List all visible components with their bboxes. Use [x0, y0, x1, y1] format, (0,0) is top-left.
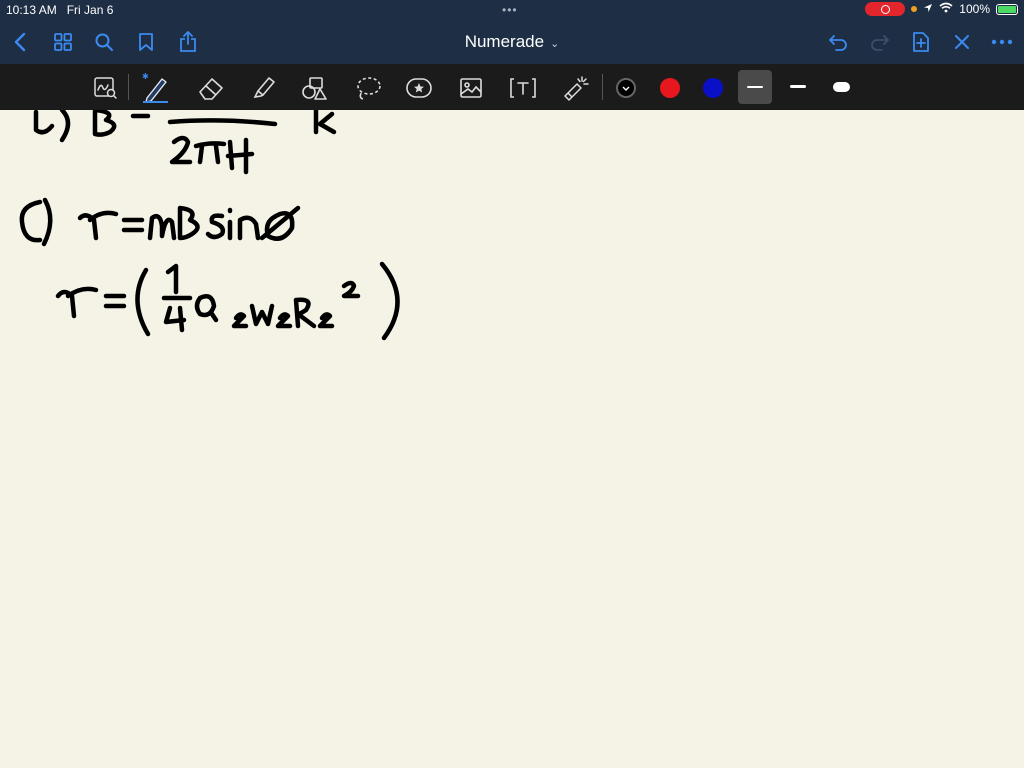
- status-date: Fri Jan 6: [66, 3, 114, 17]
- handwriting-line-2: [19, 197, 301, 247]
- mic-indicator-icon: [911, 6, 918, 12]
- handwritten-notes: [19, 110, 400, 341]
- notebook-canvas[interactable]: [0, 110, 1024, 768]
- toolbar-divider: [602, 74, 603, 100]
- svg-text:✱: ✱: [142, 73, 149, 81]
- location-icon: [923, 2, 933, 16]
- battery-percent: 100%: [959, 2, 990, 16]
- status-bar: 10:13 AM Fri Jan 6 ••• 100%: [0, 0, 1024, 20]
- laser-pointer-icon[interactable]: [560, 72, 592, 104]
- stroke-thick-icon: [833, 82, 850, 92]
- battery-icon: [996, 3, 1018, 15]
- eraser-tool-icon[interactable]: [195, 72, 227, 104]
- status-time: 10:13 AM: [6, 3, 57, 17]
- handwriting-line-1: [33, 110, 337, 175]
- sticker-tool-icon[interactable]: [403, 72, 435, 104]
- undo-icon[interactable]: [826, 30, 850, 54]
- lasso-tool-icon[interactable]: [352, 72, 384, 104]
- title-chevron-down-icon: ⌄: [550, 38, 560, 50]
- nav-bar: Numerade ⌄: [0, 20, 1024, 64]
- image-tool-icon[interactable]: [455, 72, 487, 104]
- stroke-thin-icon: [747, 86, 763, 88]
- redo-icon[interactable]: [868, 30, 892, 54]
- stroke-size-thick-button[interactable]: [824, 70, 858, 104]
- add-page-icon[interactable]: [909, 30, 933, 54]
- toolbar-divider: [128, 74, 129, 100]
- color-swatch-blue[interactable]: [703, 78, 723, 98]
- drawing-toolbar: ✱: [0, 64, 1024, 110]
- pen-tool-icon[interactable]: ✱: [140, 72, 172, 104]
- more-options-icon[interactable]: [990, 30, 1014, 54]
- document-title: Numerade: [464, 32, 545, 51]
- close-icon[interactable]: [950, 30, 974, 54]
- stroke-size-thin-button[interactable]: [738, 70, 772, 104]
- text-tool-icon[interactable]: [507, 72, 539, 104]
- highlighter-tool-icon[interactable]: [247, 72, 279, 104]
- screen-recording-icon[interactable]: [865, 2, 906, 16]
- stroke-medium-icon: [790, 85, 806, 88]
- handwriting-search-icon[interactable]: [90, 72, 122, 104]
- multitasking-dots-icon[interactable]: •••: [502, 3, 518, 17]
- handwriting-line-3: [55, 261, 400, 341]
- color-swatch-black[interactable]: [616, 78, 636, 98]
- shapes-tool-icon[interactable]: [298, 72, 330, 104]
- color-swatch-red[interactable]: [660, 78, 680, 98]
- stroke-size-medium-button[interactable]: [781, 70, 815, 104]
- wifi-icon: [939, 2, 953, 16]
